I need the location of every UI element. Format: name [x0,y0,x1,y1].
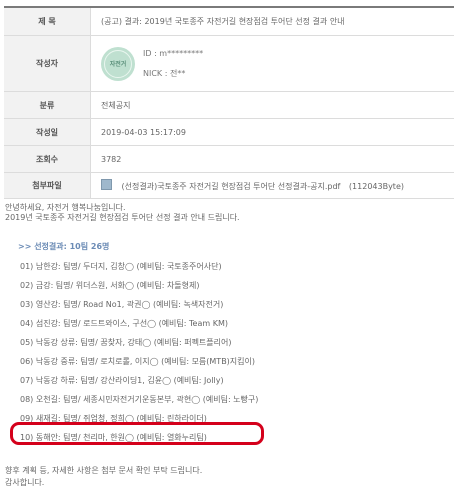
list-item: 06) 낙동강 중류: 팀명/ 로치로롤, 이지◯ (예비팀: 모름(MTB)지… [20,357,256,366]
date-label: 작성일 [4,118,91,146]
list-item: 03) 영산강: 팀명/ Road No1, 곽권◯ (예비팀: 녹색자전거) [20,300,224,309]
post-title: (공고) 결과: 2019년 국토종주 자전거길 현장점검 투어단 선정 결과 … [90,7,454,36]
attachment-label: 첨부파일 [4,172,91,199]
title-label: 제 목 [4,7,91,36]
list-item: 05) 낙동강 상류: 팀명/ 꿈찾자, 강태◯ (예비팀: 퍼펙트플리어) [20,338,232,347]
closing-line-1: 향후 계획 등, 자세한 사항은 첨부 문서 확인 부탁 드립니다. [5,466,203,475]
list-item: 07) 낙동강 하류: 팀명/ 강산라이딩1, 김윤◯ (예비팀: Jolly) [20,376,224,385]
file-icon [101,179,112,190]
views-value: 3782 [90,145,454,173]
list-item: 08) 오천길: 팀명/ 세종시민자전거기운동본부, 곽현◯ (예비팀: 노빵구… [20,395,259,404]
date-value: 2019-04-03 15:17:09 [90,118,454,146]
author-nick: NICK : 전** [143,68,186,78]
avatar-text: 자전거 [109,61,127,68]
author-label: 작성자 [4,35,91,92]
views-row: 조회수 3782 [4,145,454,173]
date-row: 작성일 2019-04-03 15:17:09 [4,118,454,146]
closing-line-2: 감사합니다. [5,478,45,487]
closing-text: 향후 계획 등, 자세한 사항은 첨부 문서 확인 부탁 드립니다. 감사합니다… [5,465,202,489]
list-item: 04) 섬진강: 팀명/ 로드트와이스, 구선◯ (예비팀: Team KM) [20,319,228,328]
intro-text: 2019년 국토종주 자전거길 현장점검 투어단 선정 결과 안내 드립니다. [5,213,240,222]
avatar[interactable]: 자전거 [101,46,135,81]
post-meta-table: 제 목 (공고) 결과: 2019년 국토종주 자전거길 현장점검 투어단 선정… [4,6,454,199]
author-box: 자전거 ID : m********* NICK : 전** [101,44,454,84]
list-item: 01) 남한강: 팀명/ 두더지, 김창◯ (예비팀: 국토종주어사단) [20,262,222,271]
post-view: 제 목 (공고) 결과: 2019년 국토종주 자전거길 현장점검 투어단 선정… [0,0,458,500]
attachment-row: 첨부파일 (선정결과)국토종주 자전거길 현장점검 투어단 선정결과-공지.pd… [4,172,454,199]
author-id: ID : m********* [143,48,204,58]
attachment-link[interactable]: (선정결과)국토종주 자전거길 현장점검 투어단 선정결과-공지.pdf [122,182,341,191]
post-body: 안녕하세요, 자전거 행복나눔입니다. 2019년 국토종주 자전거길 현장점검… [5,203,455,447]
views-label: 조회수 [4,145,91,173]
attachment-size: (112043Byte) [348,182,404,191]
title-row: 제 목 (공고) 결과: 2019년 국토종주 자전거길 현장점검 투어단 선정… [4,7,454,36]
greeting-text: 안녕하세요, 자전거 행복나눔입니다. [5,203,126,212]
category-value: 전체공지 [90,91,454,119]
list-item: 02) 금강: 팀명/ 위더스원, 서화◯ (예비팀: 차돌형제) [20,281,200,290]
category-row: 분류 전체공지 [4,91,454,119]
author-info: ID : m********* NICK : 전** [143,44,203,84]
category-label: 분류 [4,91,91,119]
result-heading: >> 선정결과: 10팀 26명 [18,242,110,251]
author-row: 작성자 자전거 ID : m********* NICK : 전** [4,35,454,92]
highlight-box [10,422,264,445]
